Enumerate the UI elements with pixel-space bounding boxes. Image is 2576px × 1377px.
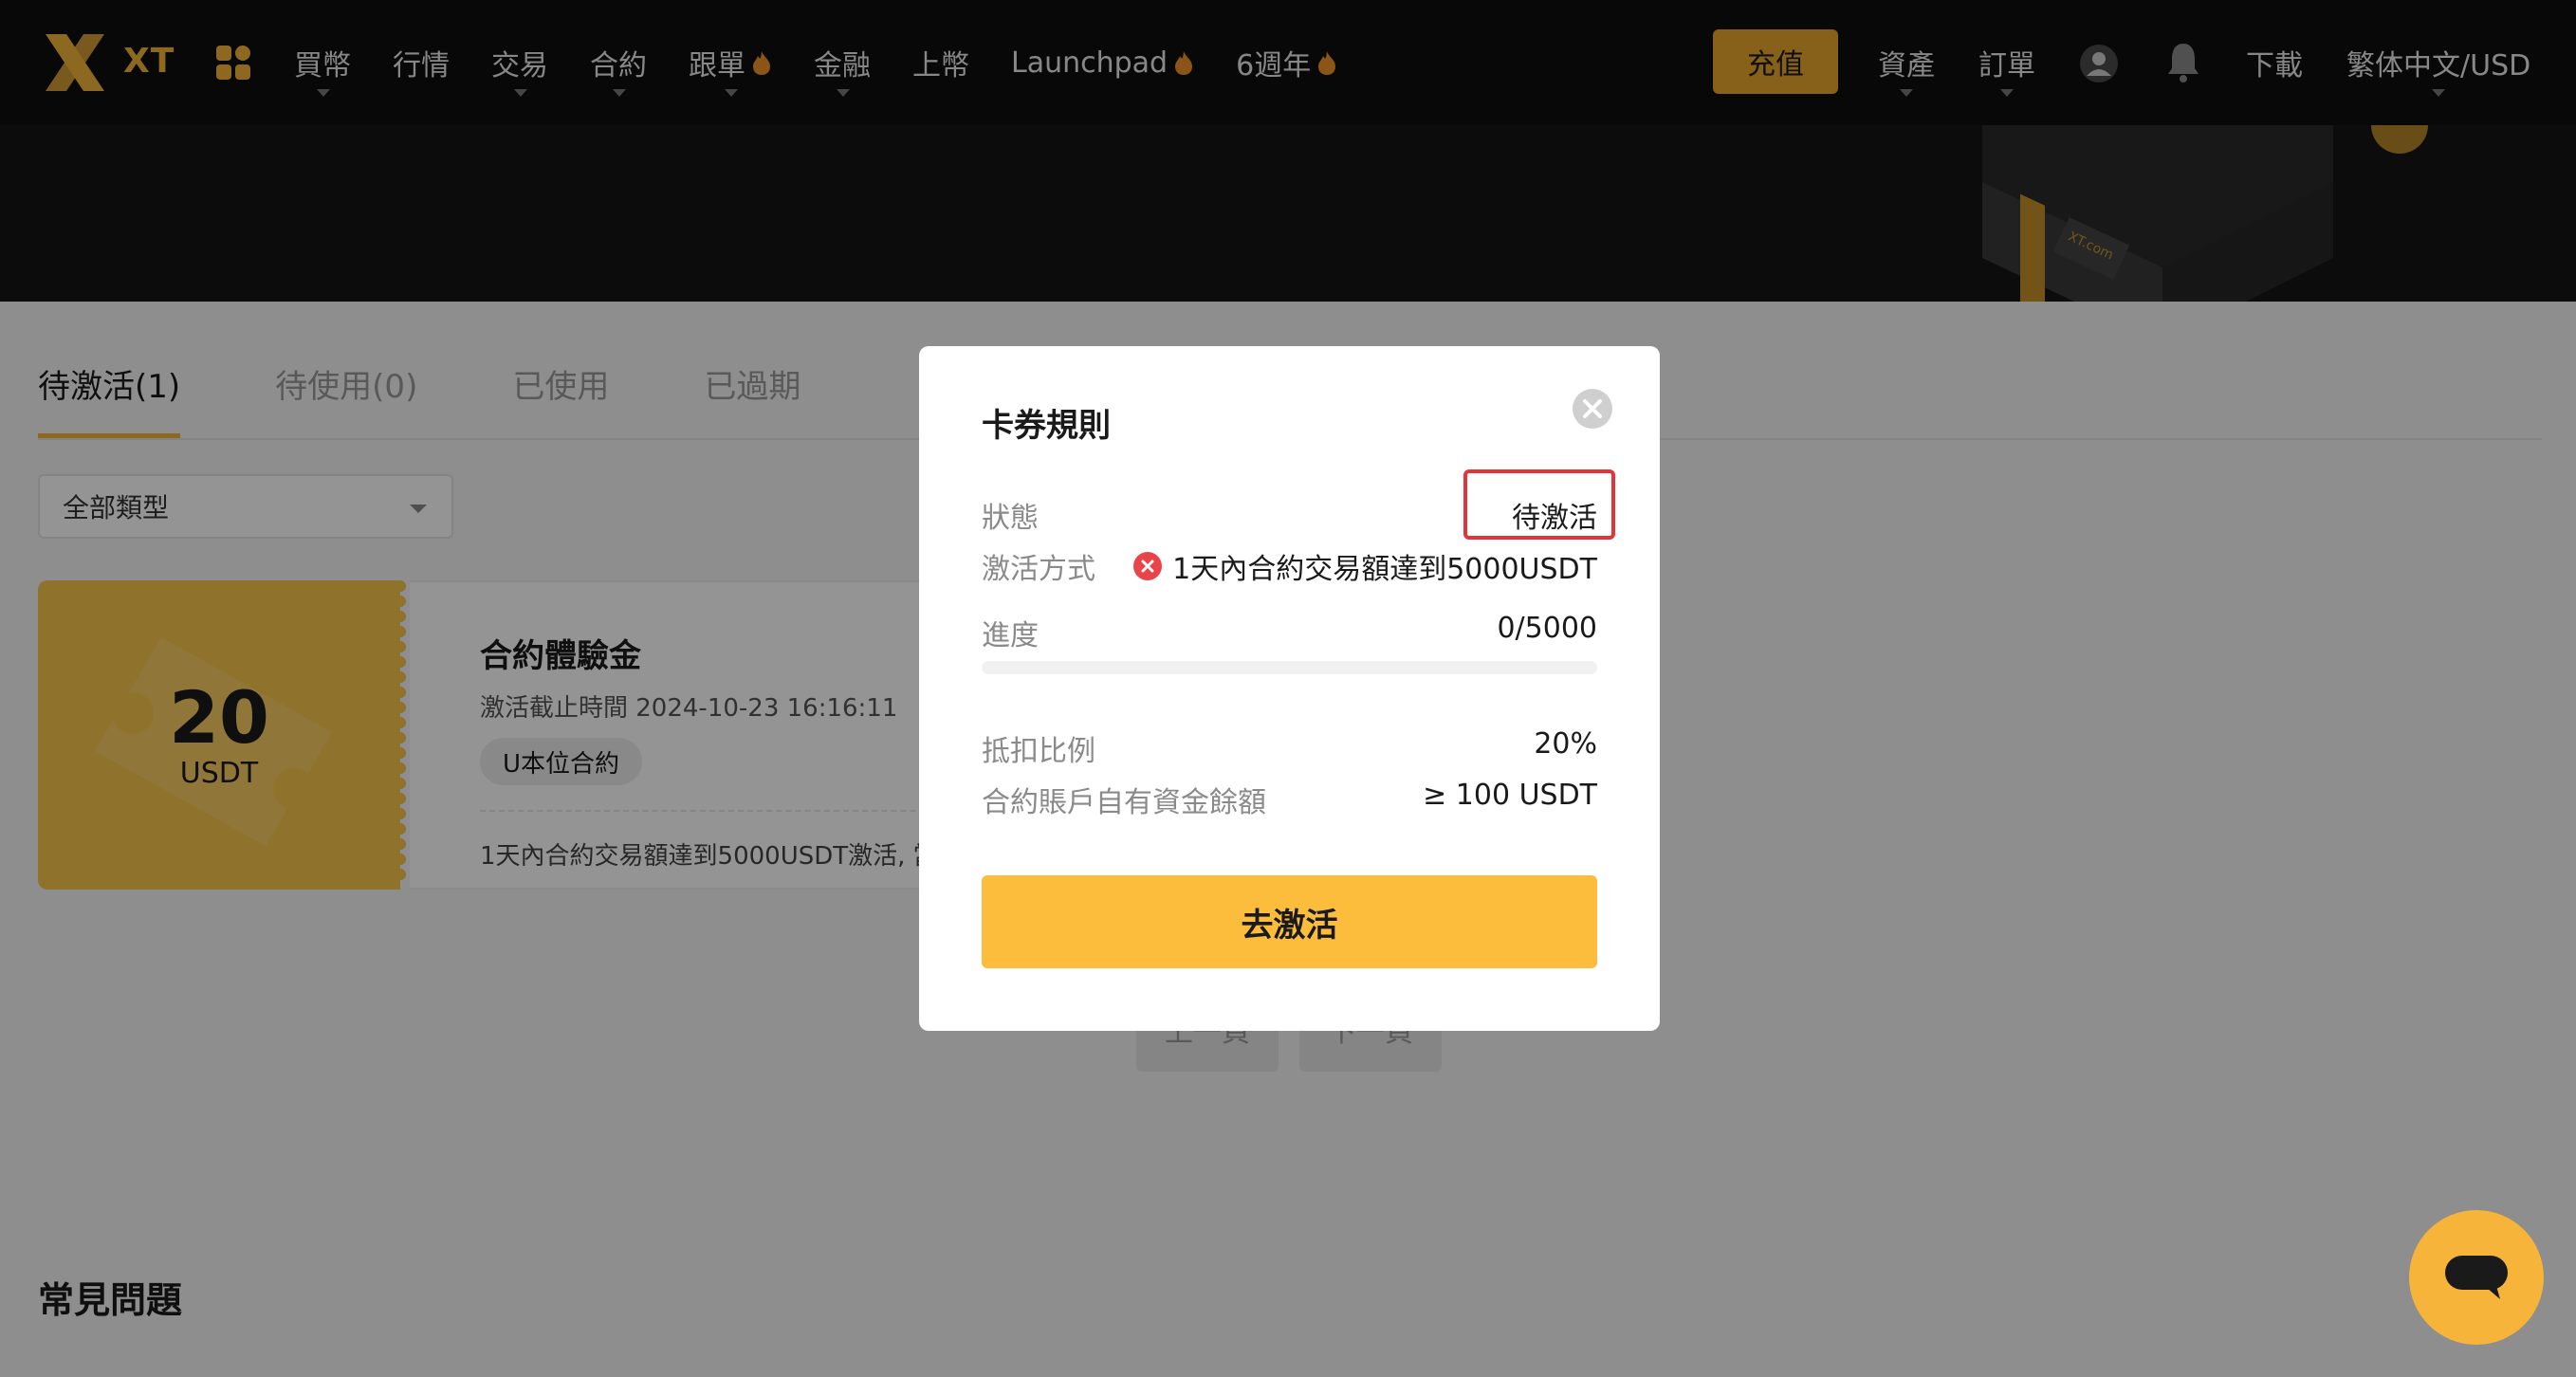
own-balance-value: ≥ 100 USDT <box>1423 779 1597 812</box>
chat-bubble-icon <box>2445 1256 2508 1299</box>
activation-method-text: 1天內合約交易額達到5000USDT <box>1172 553 1597 586</box>
support-chat-button[interactable] <box>2409 1210 2544 1345</box>
coupon-rules-dialog: 卡券規則 狀態 待激活 激活方式 1天內合約交易額達到5000USDT 進度 0… <box>919 346 1660 1031</box>
activation-method-value: 1天內合約交易額達到5000USDT <box>1132 545 1597 587</box>
status-label: 狀態 <box>982 502 1039 535</box>
close-icon[interactable] <box>1572 388 1613 430</box>
progress-value: 0/5000 <box>1497 612 1597 645</box>
deduction-ratio-label: 抵扣比例 <box>982 735 1095 768</box>
progress-bar <box>982 661 1597 674</box>
status-highlight-box <box>1463 469 1615 540</box>
progress-label: 進度 <box>982 619 1039 652</box>
own-balance-label: 合約賬戶自有資金餘額 <box>982 786 1266 819</box>
deduction-ratio-value: 20% <box>1534 727 1597 761</box>
error-x-icon <box>1133 552 1163 580</box>
dialog-title: 卡券規則 <box>982 407 1111 445</box>
activate-button[interactable]: 去激活 <box>982 875 1597 968</box>
activation-method-label: 激活方式 <box>982 553 1095 586</box>
